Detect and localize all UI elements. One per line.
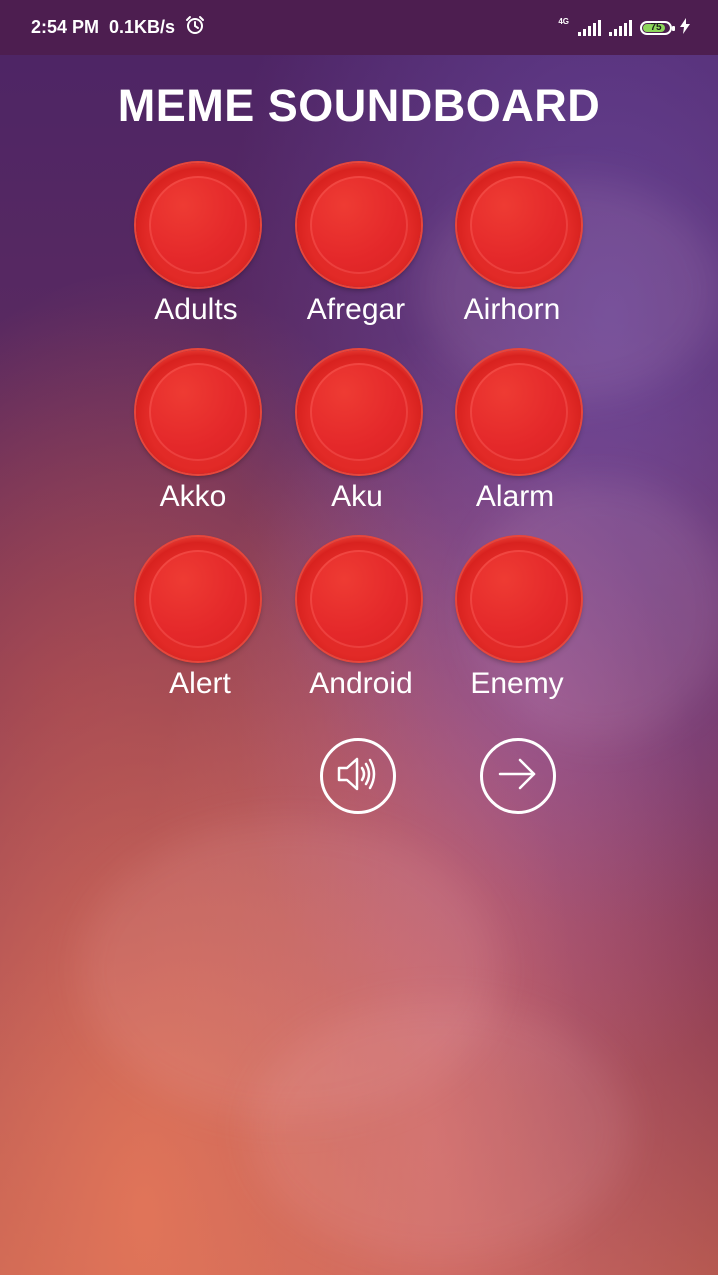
- sound-button-alert[interactable]: [136, 537, 260, 661]
- arrow-right-icon: [495, 754, 541, 799]
- sound-button-alarm[interactable]: [457, 350, 581, 474]
- sound-label: Enemy: [470, 667, 564, 700]
- sound-label: Aku: [331, 480, 383, 513]
- sound-label: Android: [309, 667, 413, 700]
- sound-button-android[interactable]: [297, 537, 421, 661]
- speaker-volume-icon: [335, 754, 381, 799]
- sound-button-adults[interactable]: [136, 163, 260, 287]
- sound-button-airhorn[interactable]: [457, 163, 581, 287]
- sound-grid: Adults Afregar Airhorn Akko Aku Alarm Al…: [0, 0, 718, 720]
- next-page-button[interactable]: [480, 738, 556, 814]
- sound-label: Afregar: [306, 293, 406, 326]
- sound-label: Adults: [154, 293, 238, 326]
- sound-button-afregar[interactable]: [297, 163, 421, 287]
- sound-label: Airhorn: [463, 293, 561, 326]
- sound-label: Alert: [169, 667, 231, 700]
- sound-button-aku[interactable]: [297, 350, 421, 474]
- sound-label: Akko: [159, 480, 227, 513]
- sound-button-enemy[interactable]: [457, 537, 581, 661]
- sound-button-akko[interactable]: [136, 350, 260, 474]
- sound-label: Alarm: [475, 480, 555, 513]
- volume-button[interactable]: [320, 738, 396, 814]
